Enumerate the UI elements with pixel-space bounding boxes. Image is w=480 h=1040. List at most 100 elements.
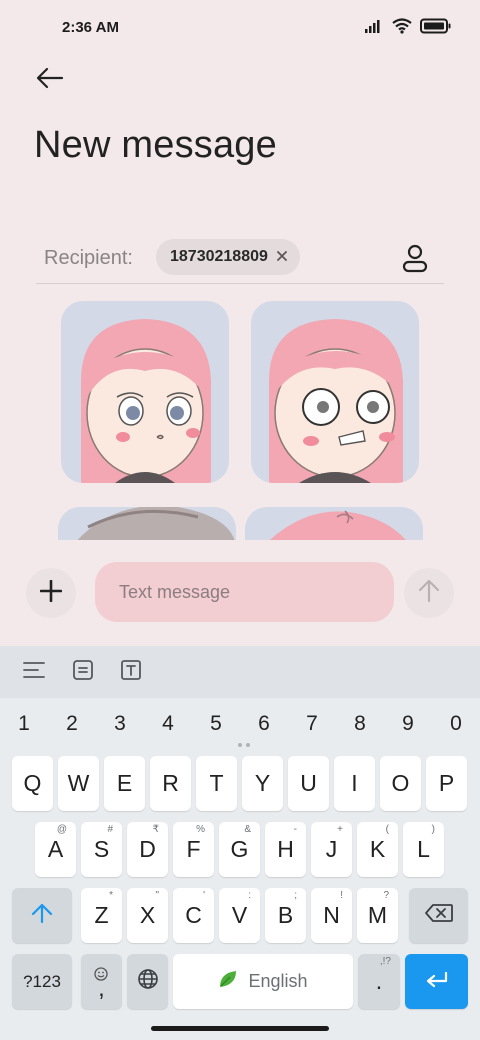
key-label: L — [417, 836, 430, 862]
chip-remove-icon[interactable] — [274, 248, 290, 264]
number-key-2[interactable]: 2 — [52, 706, 92, 742]
number-key-3[interactable]: 3 — [100, 706, 140, 742]
leaf-icon — [218, 968, 238, 995]
recipient-chip[interactable]: 18730218809 — [156, 239, 300, 275]
number-key-5[interactable]: 5 — [196, 706, 236, 742]
home-indicator[interactable] — [151, 1026, 329, 1031]
number-key-0[interactable]: 0 — [436, 706, 476, 742]
key-e[interactable]: E — [104, 756, 145, 811]
key-d[interactable]: ₹ D — [127, 822, 168, 877]
key-y[interactable]: Y — [242, 756, 283, 811]
comma-emoji-key[interactable]: , — [81, 954, 122, 1009]
key-label: E — [116, 770, 133, 796]
key-label: P — [438, 770, 455, 796]
key-hint: + — [337, 824, 343, 835]
text-message-input[interactable]: Text message — [95, 562, 394, 622]
key-u[interactable]: U — [288, 756, 329, 811]
key-hint: : — [248, 890, 251, 901]
key-v[interactable]: :V — [219, 888, 260, 943]
key-hint: # — [107, 824, 113, 835]
key-f[interactable]: % F — [173, 822, 214, 877]
text-box-icon — [120, 659, 142, 686]
number-key-4[interactable]: 4 — [148, 706, 188, 742]
key-a[interactable]: @ A — [35, 822, 76, 877]
battery-icon — [420, 18, 452, 39]
space-key[interactable]: English — [173, 954, 353, 1009]
send-button[interactable] — [404, 568, 454, 618]
key-l[interactable]: ) L — [403, 822, 444, 877]
language-key[interactable] — [127, 954, 168, 1009]
key-p[interactable]: P — [426, 756, 467, 811]
key-label: W — [67, 770, 90, 796]
number-key-6[interactable]: 6 — [244, 706, 284, 742]
sticker-image-4[interactable] — [245, 507, 423, 540]
key-x[interactable]: " X — [127, 888, 168, 943]
key-o[interactable]: O — [380, 756, 421, 811]
key-h[interactable]: -H — [265, 822, 306, 877]
sticker-image-2[interactable] — [251, 301, 419, 483]
space-key-label: English — [248, 971, 308, 991]
key-n[interactable]: ! N — [311, 888, 352, 943]
key-c[interactable]: ' C — [173, 888, 214, 943]
add-attachment-button[interactable] — [26, 568, 76, 618]
number-key-9[interactable]: 9 — [388, 706, 428, 742]
shift-key[interactable] — [12, 888, 72, 943]
key-label: F — [186, 836, 201, 862]
emoji-icon — [94, 960, 108, 987]
globe-icon — [137, 968, 159, 996]
key-r[interactable]: R — [150, 756, 191, 811]
key-s[interactable]: # S — [81, 822, 122, 877]
compose-bar: Text message — [0, 560, 480, 626]
key-label: U — [300, 770, 317, 796]
period-key[interactable]: ,!? . — [358, 954, 400, 1009]
status-time: 2:36 AM — [62, 19, 119, 36]
key-k[interactable]: (K — [357, 822, 398, 877]
period-hint: ,!? — [379, 956, 391, 967]
text-message-placeholder: Text message — [119, 581, 231, 602]
status-bar: 2:36 AM — [0, 0, 480, 56]
key-label: B — [277, 902, 294, 928]
key-t[interactable]: T — [196, 756, 237, 811]
key-hint: ' — [203, 890, 205, 901]
clipboard-button[interactable] — [69, 658, 97, 686]
key-hint: & — [244, 824, 251, 835]
key-label: N — [323, 902, 340, 928]
key-g[interactable]: & G — [219, 822, 260, 877]
number-key-7[interactable]: 7 — [292, 706, 332, 742]
signal-icon — [364, 18, 384, 39]
symbols-key-label: ?123 — [23, 971, 61, 991]
key-label: V — [231, 902, 248, 928]
sticker-image-3[interactable] — [58, 507, 236, 540]
key-b[interactable]: ; B — [265, 888, 306, 943]
status-icons — [364, 18, 452, 39]
recipient-row: Recipient: 18730218809 — [36, 236, 444, 284]
key-hint: ; — [294, 890, 297, 901]
key-hint: ! — [340, 890, 343, 901]
key-i[interactable]: I — [334, 756, 375, 811]
recipient-label: Recipient: — [44, 247, 133, 269]
back-button[interactable] — [30, 62, 70, 98]
key-w[interactable]: W — [58, 756, 99, 811]
key-q[interactable]: Q — [12, 756, 53, 811]
period-label: . — [375, 968, 383, 994]
enter-key[interactable] — [405, 954, 468, 1009]
number-key-8[interactable]: 8 — [340, 706, 380, 742]
sticker-image-1[interactable] — [61, 301, 229, 483]
text-edit-button[interactable] — [117, 658, 145, 686]
key-label: G — [230, 836, 249, 862]
attachments-area — [0, 292, 480, 540]
key-hint: ₹ — [152, 824, 159, 835]
symbols-key[interactable]: ?123 — [12, 954, 72, 1009]
key-label: S — [93, 836, 110, 862]
key-m[interactable]: ? M — [357, 888, 398, 943]
add-icon — [39, 579, 63, 607]
key-j[interactable]: + J — [311, 822, 352, 877]
backspace-key[interactable] — [409, 888, 468, 943]
key-label: K — [369, 836, 386, 862]
keyboard-menu-button[interactable] — [20, 658, 48, 686]
key-hint: % — [196, 824, 205, 835]
contact-icon[interactable] — [400, 242, 430, 274]
number-key-1[interactable]: 1 — [4, 706, 44, 742]
key-hint: @ — [56, 824, 67, 835]
key-z[interactable]: * Z — [81, 888, 122, 943]
